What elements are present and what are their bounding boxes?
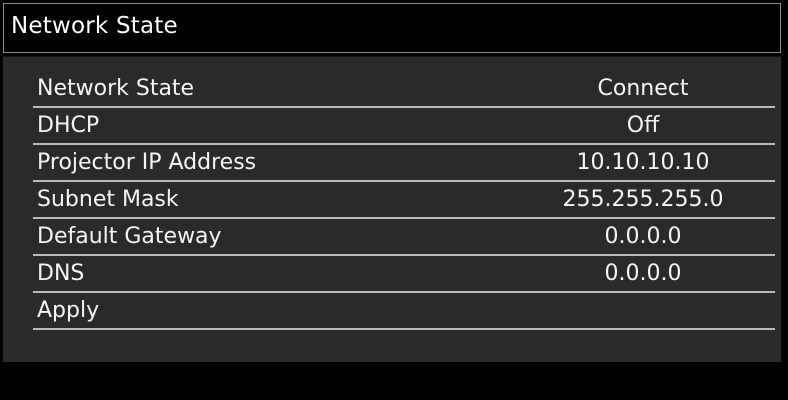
menu-item-value: 0.0.0.0 — [604, 261, 682, 286]
menu-item-label: Network State — [37, 76, 195, 101]
menu-item-dhcp[interactable]: DHCP Off — [33, 108, 775, 145]
menu-item-value: 0.0.0.0 — [604, 224, 682, 249]
bottom-bar — [3, 362, 781, 400]
menu-item-default-gateway[interactable]: Default Gateway 0.0.0.0 — [33, 219, 775, 256]
osd-window: Network State Network State Connect DHCP… — [0, 0, 788, 400]
menu-item-dns[interactable]: DNS 0.0.0.0 — [33, 256, 775, 293]
menu-item-network-state[interactable]: Network State Connect — [33, 71, 775, 108]
menu-item-label: DNS — [37, 261, 85, 286]
menu-item-value: 255.255.255.0 — [562, 187, 724, 212]
row-divider — [33, 328, 775, 330]
apply-button[interactable]: Apply — [33, 293, 775, 330]
menu-item-subnet-mask[interactable]: Subnet Mask 255.255.255.0 — [33, 182, 775, 219]
menu-item-value: 10.10.10.10 — [576, 150, 710, 175]
menu-item-label: DHCP — [37, 113, 100, 138]
menu-item-label: Projector IP Address — [37, 150, 257, 175]
menu-item-projector-ip-address[interactable]: Projector IP Address 10.10.10.10 — [33, 145, 775, 182]
menu-item-label: Apply — [37, 298, 100, 323]
menu-item-value: Connect — [597, 76, 689, 101]
menu-item-value: Off — [626, 113, 660, 138]
menu-item-label: Default Gateway — [37, 224, 222, 249]
menu-item-label: Subnet Mask — [37, 187, 179, 212]
title-bar: Network State — [3, 3, 781, 53]
network-settings-panel: Network State Connect DHCP Off Projector… — [3, 56, 781, 362]
window-title: Network State — [11, 13, 178, 39]
